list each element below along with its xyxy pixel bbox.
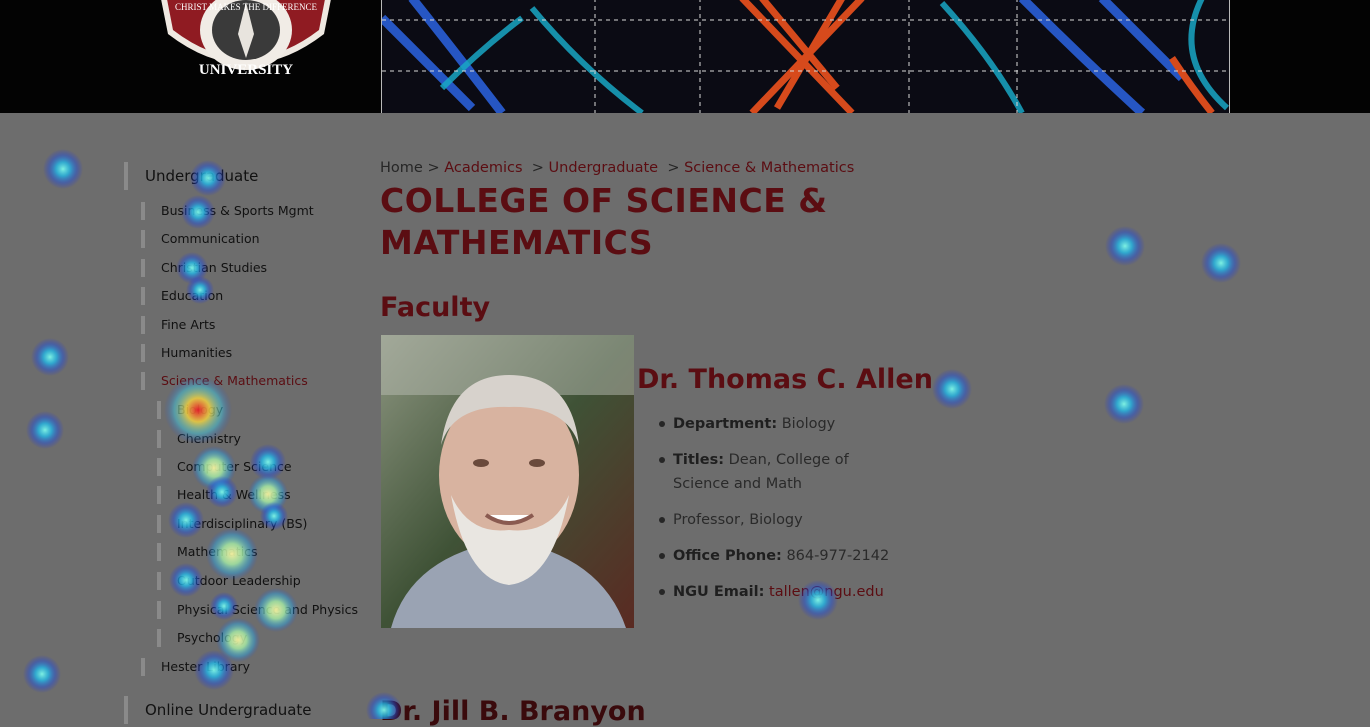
gaze-fixation: [932, 369, 972, 409]
next-faculty-name[interactable]: Dr. Jill B. Branyon: [380, 696, 646, 727]
sidebar-item-hester-library[interactable]: Hester Library: [141, 658, 250, 676]
sidebar-subitem-psychology[interactable]: Psychology: [157, 629, 247, 647]
faculty-details-list: Department: Biology Titles: Dean, Colleg…: [659, 412, 899, 616]
breadcrumb-academics-link[interactable]: Academics: [444, 160, 522, 176]
faculty-name[interactable]: Dr. Thomas C. Allen: [637, 364, 933, 395]
email-link[interactable]: tallen@ngu.edu: [769, 584, 884, 600]
sidebar-subitem-health-wellness[interactable]: Health & Wellness: [157, 486, 291, 504]
sidebar-section-undergraduate[interactable]: Undergraduate: [124, 162, 258, 190]
sidebar-subitem-biology[interactable]: Biology: [157, 401, 223, 419]
role-value: Professor, Biology: [673, 512, 803, 528]
faculty-role: Professor, Biology: [659, 508, 899, 532]
sidebar-subitem-computer-science[interactable]: Computer Science: [157, 458, 292, 476]
faculty-titles: Titles: Dean, College of Science and Mat…: [659, 448, 899, 496]
page-title: COLLEGE OF SCIENCE & MATHEMATICS: [380, 180, 850, 264]
faculty-heading: Faculty: [380, 292, 491, 323]
sidebar-section-online-undergraduate[interactable]: Online Undergraduate: [124, 696, 312, 724]
sidebar-item-fine-arts[interactable]: Fine Arts: [141, 316, 215, 334]
sidebar-item-education[interactable]: Education: [141, 287, 223, 305]
breadcrumb-separator: >: [531, 160, 544, 176]
sidebar-subitem-mathematics[interactable]: Mathematics: [157, 543, 258, 561]
faculty-photo: [381, 335, 634, 628]
breadcrumb-separator: >: [427, 160, 440, 176]
department-value: Biology: [781, 416, 836, 432]
sidebar-subitem-interdisciplinary[interactable]: Interdisciplinary (BS): [157, 515, 307, 533]
sidebar-item-communication[interactable]: Communication: [141, 230, 260, 248]
department-label: Department:: [673, 416, 778, 432]
sidebar-item-science-mathematics[interactable]: Science & Mathematics: [141, 372, 308, 390]
breadcrumb-current-link[interactable]: Science & Mathematics: [684, 160, 854, 176]
email-label: NGU Email:: [673, 584, 765, 600]
phone-label: Office Phone:: [673, 548, 782, 564]
page-title-line1: COLLEGE OF SCIENCE &: [380, 181, 828, 220]
faculty-phone: Office Phone: 864-977-2142: [659, 544, 899, 568]
sidebar-subitem-outdoor-leadership[interactable]: Outdoor Leadership: [157, 572, 301, 590]
header-banner-image: [381, 0, 1230, 113]
sidebar-item-business-sports-mgmt[interactable]: Business & Sports Mgmt: [141, 202, 314, 220]
page-title-line2: MATHEMATICS: [380, 223, 654, 262]
faculty-email: NGU Email: tallen@ngu.edu: [659, 580, 899, 604]
sidebar-subitem-chemistry[interactable]: Chemistry: [157, 430, 241, 448]
titles-label: Titles:: [673, 452, 725, 468]
breadcrumb: Home > Academics > Undergraduate > Scien…: [380, 160, 854, 176]
gaze-fixation: [1105, 226, 1145, 266]
breadcrumb-separator: >: [667, 160, 680, 176]
breadcrumb-undergraduate-link[interactable]: Undergraduate: [549, 160, 659, 176]
sidebar-item-humanities[interactable]: Humanities: [141, 344, 232, 362]
gaze-fixation: [1201, 243, 1241, 283]
sidebar-nav: Undergraduate Business & Sports Mgmt Com…: [0, 0, 370, 724]
faculty-department: Department: Biology: [659, 412, 899, 436]
gaze-fixation: [1104, 384, 1144, 424]
breadcrumb-home-link[interactable]: Home: [380, 160, 423, 176]
sidebar-subitem-physical-science-physics[interactable]: Physical Science and Physics: [157, 601, 358, 619]
sidebar-item-christian-studies[interactable]: Christian Studies: [141, 259, 267, 277]
phone-value: 864-977-2142: [786, 548, 890, 564]
